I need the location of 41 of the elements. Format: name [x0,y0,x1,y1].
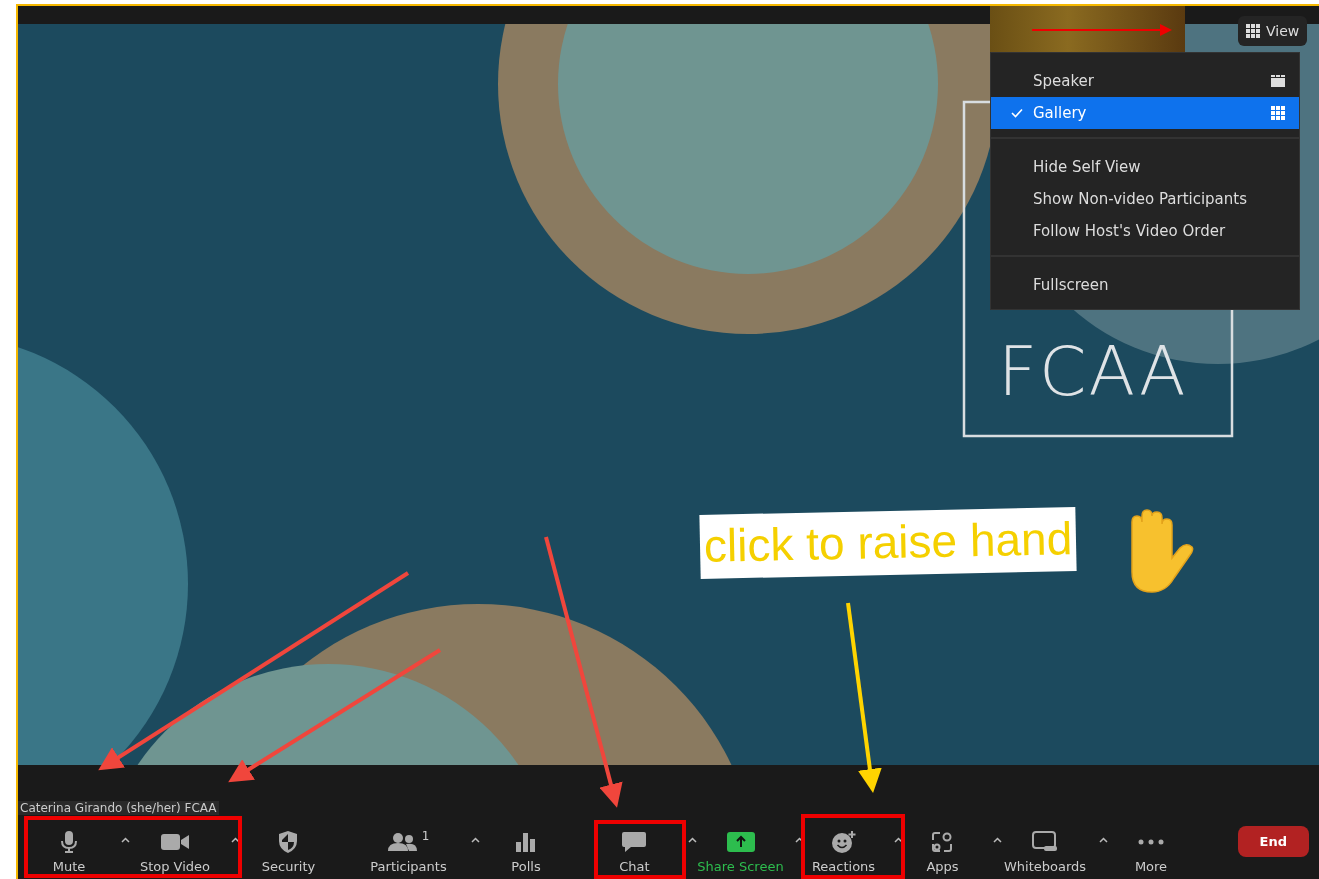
logo-text: FCAA [998,332,1188,411]
toolbar-button[interactable]: Mute [50,822,88,874]
participant-count: 1 [421,828,430,843]
speaker-layout-icon [1271,75,1285,87]
annotation-text: click to raise hand [699,507,1077,579]
caret-icon[interactable] [469,834,482,845]
menu-item[interactable]: Hide Self View [991,151,1299,183]
apps-icon [931,830,954,853]
share-screen-icon [726,831,755,852]
toolbar-button[interactable]: Whiteboards [1001,822,1089,874]
caret-icon[interactable] [991,834,1004,845]
menu-item[interactable]: Follow Host's Video Order [991,215,1299,247]
smiley-plus-icon [830,829,857,854]
toolbar-button[interactable]: Security [259,822,318,874]
people-icon [387,831,418,852]
chat-bubble-icon [621,830,648,853]
toolbar-button[interactable]: Apps [924,822,961,874]
more-dots-icon [1138,838,1164,845]
view-button[interactable]: View [1238,16,1308,46]
video-camera-icon [161,832,189,851]
bar-chart-icon [515,831,537,852]
menu-item[interactable]: Gallery [991,97,1299,129]
participant-name: Caterina Girando (she/her) FCAA [18,801,219,815]
menu-item[interactable]: Fullscreen [991,269,1299,301]
shield-icon [278,829,299,854]
end-button[interactable]: End [1237,825,1309,857]
toolbar-button[interactable]: Share Screen [695,822,786,874]
toolbar-button[interactable]: Stop Video [137,822,213,874]
toolbar-button[interactable]: More [1132,822,1170,874]
caret-icon[interactable] [119,834,132,845]
toolbar-button[interactable]: Polls [509,822,543,874]
menu-item[interactable]: Speaker [991,65,1299,97]
grid-icon [1271,106,1285,120]
caret-icon[interactable] [1097,834,1110,845]
caret-icon[interactable] [686,834,699,845]
grid-icon [1246,24,1260,38]
toolbar-button[interactable]: 1 Participants [368,822,449,874]
microphone-icon [60,829,78,854]
checkmark-icon [1011,108,1023,118]
whiteboard-icon [1032,830,1058,853]
menu-item[interactable]: Show Non-video Participants [991,183,1299,215]
